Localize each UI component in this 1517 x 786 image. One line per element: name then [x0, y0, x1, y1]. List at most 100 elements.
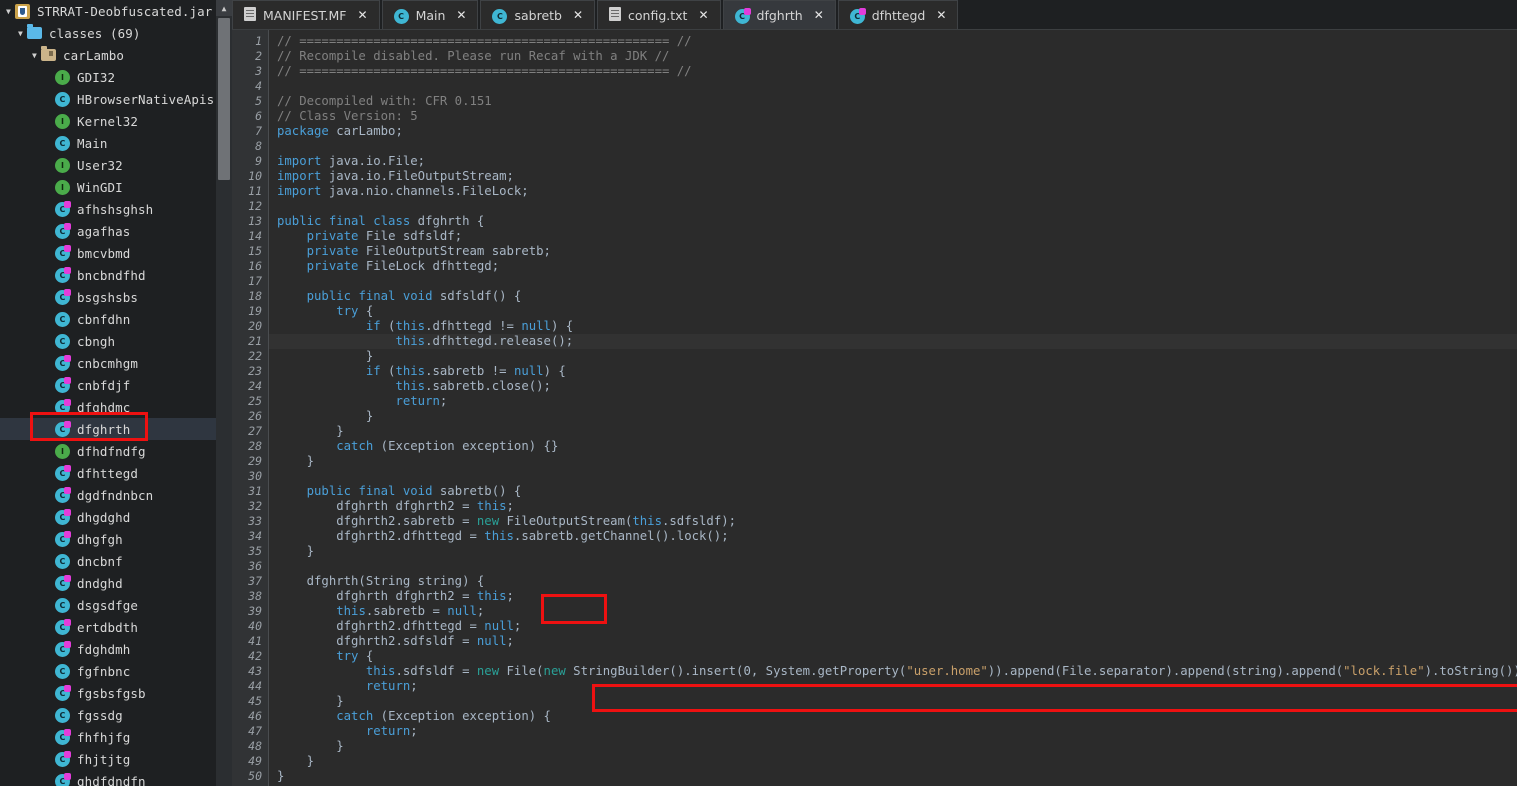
code-line[interactable]: }	[269, 769, 1517, 784]
sidebar-item-bmcvbmd[interactable]: Cbmcvbmd	[0, 242, 232, 264]
close-icon[interactable]: ✕	[812, 8, 826, 22]
code-line[interactable]: return;	[269, 394, 1517, 409]
scroll-up-arrow-icon[interactable]: ▲	[216, 0, 232, 16]
code-line[interactable]: dfghrth2.sabretb = new FileOutputStream(…	[269, 514, 1517, 529]
sidebar-item-cnbcmhgm[interactable]: Ccnbcmhgm	[0, 352, 232, 374]
tab-sabretb[interactable]: Csabretb ✕	[480, 0, 596, 29]
close-icon[interactable]: ✕	[571, 8, 585, 22]
code-line[interactable]: public final void sabretb() {	[269, 484, 1517, 499]
sidebar-item-fhfhjfg[interactable]: Cfhfhjfg	[0, 726, 232, 748]
code-line[interactable]: this.sabretb.close();	[269, 379, 1517, 394]
sidebar-item-dgdfndnbcn[interactable]: Cdgdfndnbcn	[0, 484, 232, 506]
code-line[interactable]: // Class Version: 5	[269, 109, 1517, 124]
sidebar-item-fgssdg[interactable]: Cfgssdg	[0, 704, 232, 726]
code-line[interactable]: this.sabretb = null;	[269, 604, 1517, 619]
code-content[interactable]: // =====================================…	[269, 30, 1517, 786]
code-line[interactable]: }	[269, 454, 1517, 469]
close-icon[interactable]: ✕	[934, 8, 948, 22]
code-editor[interactable]: 1 2 3 4 5 6 7 8 9 10 11 12 13 14 15 16 17 18 19 20 21 22 23 24 2…	[232, 30, 1517, 786]
code-line[interactable]: public final void sdfsldf() {	[269, 289, 1517, 304]
code-line[interactable]: return;	[269, 679, 1517, 694]
code-line[interactable]: try {	[269, 649, 1517, 664]
code-line[interactable]: dfghrth2.dfhttegd = this.sabretb.getChan…	[269, 529, 1517, 544]
sidebar-item-cbngh[interactable]: Ccbngh	[0, 330, 232, 352]
sidebar-scrollbar[interactable]: ▲	[216, 0, 232, 786]
sidebar-item-dsgsdfge[interactable]: Cdsgsdfge	[0, 594, 232, 616]
code-line[interactable]: // =====================================…	[269, 64, 1517, 79]
code-line[interactable]: }	[269, 424, 1517, 439]
code-line[interactable]: import java.nio.channels.FileLock;	[269, 184, 1517, 199]
code-line[interactable]: this.sdfsldf = new File(new StringBuilde…	[269, 664, 1517, 679]
sidebar-item-cnbfdjf[interactable]: Ccnbfdjf	[0, 374, 232, 396]
sidebar-item-dfghrth[interactable]: Cdfghrth	[0, 418, 232, 440]
editor-tab-bar[interactable]: MANIFEST.MF ✕ C Main ✕ Csabretb ✕ config.txt ✕ Cd…	[232, 0, 1517, 30]
code-line[interactable]: catch (Exception exception) {	[269, 709, 1517, 724]
chevron-down-icon[interactable]	[14, 22, 27, 44]
code-line[interactable]: this.dfhttegd.release();	[269, 334, 1517, 349]
close-icon[interactable]: ✕	[356, 8, 370, 22]
code-line[interactable]: catch (Exception exception) {}	[269, 439, 1517, 454]
tree-item-package[interactable]: carLambo	[0, 44, 232, 66]
sidebar-item-bsgshsbs[interactable]: Cbsgshsbs	[0, 286, 232, 308]
code-line[interactable]: dfghrth(String string) {	[269, 574, 1517, 589]
code-line[interactable]	[269, 139, 1517, 154]
tab-dfhttegd[interactable]: Cdfhttegd ✕	[837, 0, 959, 29]
code-line[interactable]	[269, 559, 1517, 574]
scrollbar-thumb[interactable]	[218, 18, 230, 180]
code-line[interactable]: }	[269, 739, 1517, 754]
code-line[interactable]	[269, 199, 1517, 214]
sidebar-item-User32[interactable]: I User32	[0, 154, 232, 176]
tree-item-classes[interactable]: classes (69)	[0, 22, 232, 44]
class-tree-sidebar[interactable]: STRRAT-Deobfuscated.jar classes (69) carLa…	[0, 0, 232, 786]
sidebar-item-dncbnf[interactable]: Cdncbnf	[0, 550, 232, 572]
tab-dfghrth[interactable]: Cdfghrth ✕	[722, 0, 836, 29]
code-line[interactable]: }	[269, 349, 1517, 364]
code-line[interactable]: dfghrth2.sdfsldf = null;	[269, 634, 1517, 649]
code-line[interactable]	[269, 274, 1517, 289]
code-line[interactable]: dfghrth2.dfhttegd = null;	[269, 619, 1517, 634]
code-line[interactable]: // =====================================…	[269, 34, 1517, 49]
code-line[interactable]: try {	[269, 304, 1517, 319]
code-line[interactable]: dfghrth dfghrth2 = this;	[269, 589, 1517, 604]
sidebar-item-fgsbsfgsb[interactable]: Cfgsbsfgsb	[0, 682, 232, 704]
code-line[interactable]: // Decompiled with: CFR 0.151	[269, 94, 1517, 109]
sidebar-item-Main[interactable]: C Main	[0, 132, 232, 154]
sidebar-item-dfghdmc[interactable]: Cdfghdmc	[0, 396, 232, 418]
code-line[interactable]: return;	[269, 724, 1517, 739]
close-icon[interactable]: ✕	[454, 8, 468, 22]
tab-config-txt[interactable]: config.txt ✕	[597, 0, 721, 29]
code-line[interactable]: private FileLock dfhttegd;	[269, 259, 1517, 274]
sidebar-item-dndghd[interactable]: Cdndghd	[0, 572, 232, 594]
sidebar-item-dfhttegd[interactable]: Cdfhttegd	[0, 462, 232, 484]
code-line[interactable]: import java.io.FileOutputStream;	[269, 169, 1517, 184]
code-line[interactable]: }	[269, 544, 1517, 559]
code-line[interactable]: if (this.sabretb != null) {	[269, 364, 1517, 379]
sidebar-item-Kernel32[interactable]: I Kernel32	[0, 110, 232, 132]
tab-manifest-mf[interactable]: MANIFEST.MF ✕	[232, 0, 380, 29]
code-line[interactable]: public final class dfghrth {	[269, 214, 1517, 229]
chevron-down-icon[interactable]	[2, 0, 15, 22]
code-line[interactable]: private File sdfsldf;	[269, 229, 1517, 244]
sidebar-item-ghdfdndfn[interactable]: Cghdfdndfn	[0, 770, 232, 786]
code-line[interactable]: }	[269, 754, 1517, 769]
code-line[interactable]: if (this.dfhttegd != null) {	[269, 319, 1517, 334]
sidebar-item-WinGDI[interactable]: I WinGDI	[0, 176, 232, 198]
code-line[interactable]	[269, 79, 1517, 94]
sidebar-item-agafhas[interactable]: Cagafhas	[0, 220, 232, 242]
sidebar-item-HBrowserNativeApis[interactable]: C HBrowserNativeApis	[0, 88, 232, 110]
sidebar-item-dfhdfndfg[interactable]: Idfhdfndfg	[0, 440, 232, 462]
sidebar-item-bncbndfhd[interactable]: Cbncbndfhd	[0, 264, 232, 286]
sidebar-item-fhjtjtg[interactable]: Cfhjtjtg	[0, 748, 232, 770]
sidebar-item-afhshsghsh[interactable]: Cafhshsghsh	[0, 198, 232, 220]
code-line[interactable]: // Recompile disabled. Please run Recaf …	[269, 49, 1517, 64]
chevron-down-icon[interactable]	[28, 44, 41, 66]
sidebar-item-dhgdghd[interactable]: Cdhgdghd	[0, 506, 232, 528]
sidebar-item-dhgfgh[interactable]: Cdhgfgh	[0, 528, 232, 550]
sidebar-item-ertdbdth[interactable]: Certdbdth	[0, 616, 232, 638]
code-line[interactable]: import java.io.File;	[269, 154, 1517, 169]
code-line[interactable]: }	[269, 409, 1517, 424]
code-line[interactable]: }	[269, 694, 1517, 709]
code-line[interactable]	[269, 469, 1517, 484]
tab-main[interactable]: C Main ✕	[381, 0, 479, 29]
close-icon[interactable]: ✕	[696, 8, 710, 22]
